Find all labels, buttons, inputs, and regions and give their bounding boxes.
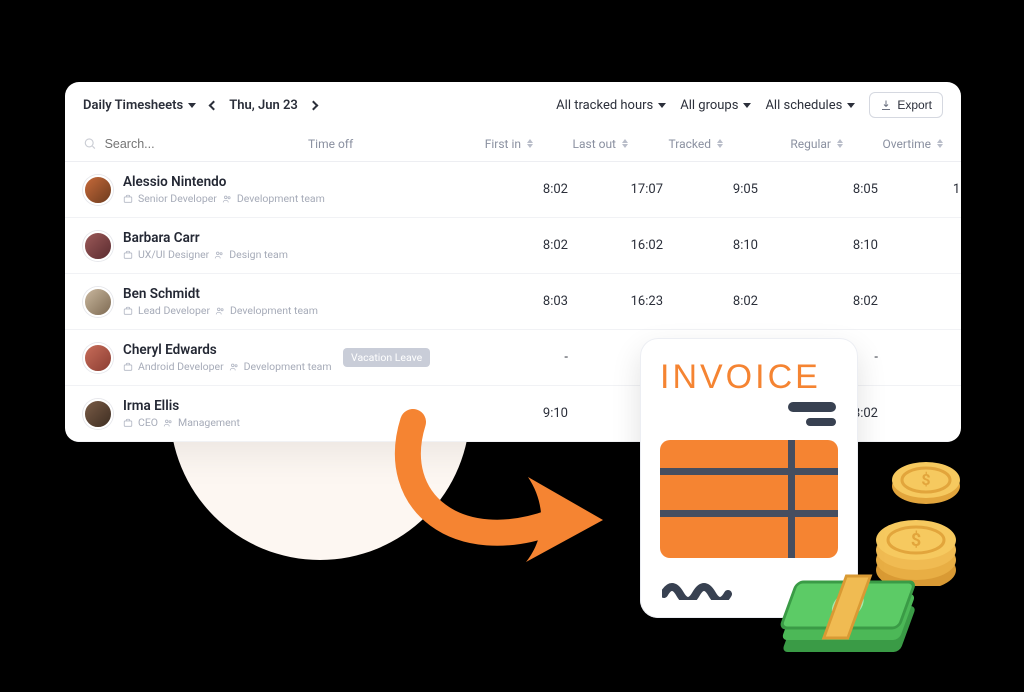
person-cell: Irma Ellis CEOManagement [83,398,343,429]
avatar [83,287,113,317]
cell-last-out: 16:02 [568,238,663,253]
caret-down-icon [743,103,751,108]
cell-first-in: 8:02 [473,182,568,197]
cell-first-in: 8:03 [473,294,568,309]
view-switcher[interactable]: Daily Timesheets [83,98,196,113]
person-name: Irma Ellis [123,398,240,414]
next-day-button[interactable] [308,100,318,110]
cash-illustration [766,544,946,674]
cell-overtime: - [878,238,961,253]
cell-tracked: 9:05 [663,182,758,197]
filter-tracked-hours[interactable]: All tracked hours [556,98,666,113]
person-name: Alessio Nintendo [123,174,325,190]
filter-label: All groups [680,98,738,113]
group-icon [215,306,225,316]
avatar [83,175,113,205]
person-cell: Alessio Nintendo Senior DeveloperDevelopm… [83,174,343,205]
table-row[interactable]: Barbara Carr UX/UI DesignerDesign team 8:0… [65,218,961,274]
current-date-label[interactable]: Thu, Jun 23 [229,98,298,113]
filter-label: All tracked hours [556,98,653,113]
cell-regular: 8:02 [758,294,878,309]
person-meta: Android DeveloperDevelopment team [123,360,332,373]
cell-regular: 8:05 [758,182,878,197]
avatar [83,399,113,429]
group-icon [214,250,224,260]
briefcase-icon [123,418,133,428]
invoice-title: INVOICE [660,358,838,397]
cell-first-in: 8:02 [473,238,568,253]
filter-groups[interactable]: All groups [680,98,751,113]
cell-regular: 8:10 [758,238,878,253]
person-meta: CEOManagement [123,416,240,429]
export-button[interactable]: Export [869,92,943,118]
toolbar: Daily Timesheets Thu, Jun 23 All tracked… [65,82,961,128]
person-cell: Ben Schmidt Lead DeveloperDevelopment tea… [83,286,343,317]
table-row[interactable]: Ben Schmidt Lead DeveloperDevelopment tea… [65,274,961,330]
search-field[interactable] [83,136,308,151]
avatar [83,231,113,261]
col-tracked[interactable]: Tracked [628,137,723,151]
date-navigator: Thu, Jun 23 [210,98,317,113]
avatar [83,343,113,373]
col-timeoff[interactable]: Time off [308,137,438,151]
invoice-table-graphic [660,440,838,558]
cell-last-out: 16:23 [568,294,663,309]
person-meta: Lead DeveloperDevelopment team [123,304,318,317]
person-meta: Senior DeveloperDevelopment team [123,192,325,205]
decor-bar [806,418,836,426]
group-icon [163,418,173,428]
col-last-out[interactable]: Last out [533,137,628,151]
search-icon [83,136,97,151]
prev-day-button[interactable] [209,100,219,110]
search-input[interactable] [105,137,308,151]
cell-tracked: 8:02 [663,294,758,309]
cell-overtime: 1:00 [878,182,961,197]
briefcase-icon [123,194,133,204]
person-cell: Barbara Carr UX/UI DesignerDesign team [83,230,343,261]
sort-icon [937,139,943,148]
col-overtime[interactable]: Overtime [843,137,943,151]
briefcase-icon [123,306,133,316]
signature-icon [662,578,732,600]
person-name: Ben Schmidt [123,286,318,302]
person-meta: UX/UI DesignerDesign team [123,248,288,261]
column-header-row: Time off First in Last out Tracked Regul… [65,128,961,162]
person-cell: Cheryl Edwards Android DeveloperDevelopme… [83,342,343,373]
cell-overtime: - [878,294,961,309]
download-icon [880,99,892,111]
group-icon [222,194,232,204]
decor-bar [788,402,836,412]
caret-down-icon [847,103,855,108]
caret-down-icon [658,103,666,108]
filter-label: All schedules [765,98,842,113]
col-regular[interactable]: Regular [723,137,843,151]
briefcase-icon [123,250,133,260]
table-row[interactable]: Alessio Nintendo Senior DeveloperDevelopm… [65,162,961,218]
export-label: Export [897,98,932,112]
caret-down-icon [188,103,196,108]
cell-tracked: 8:10 [663,238,758,253]
timeoff-tag: Vacation Leave [343,348,430,367]
person-name: Cheryl Edwards [123,342,332,358]
view-label: Daily Timesheets [83,98,183,113]
cell-first-in: - [473,350,568,365]
group-icon [229,362,239,372]
arrow-illustration [378,402,628,602]
cell-timeoff: Vacation Leave [343,348,473,367]
briefcase-icon [123,362,133,372]
person-name: Barbara Carr [123,230,288,246]
filter-schedules[interactable]: All schedules [765,98,855,113]
col-first-in[interactable]: First in [438,137,533,151]
cell-last-out: 17:07 [568,182,663,197]
